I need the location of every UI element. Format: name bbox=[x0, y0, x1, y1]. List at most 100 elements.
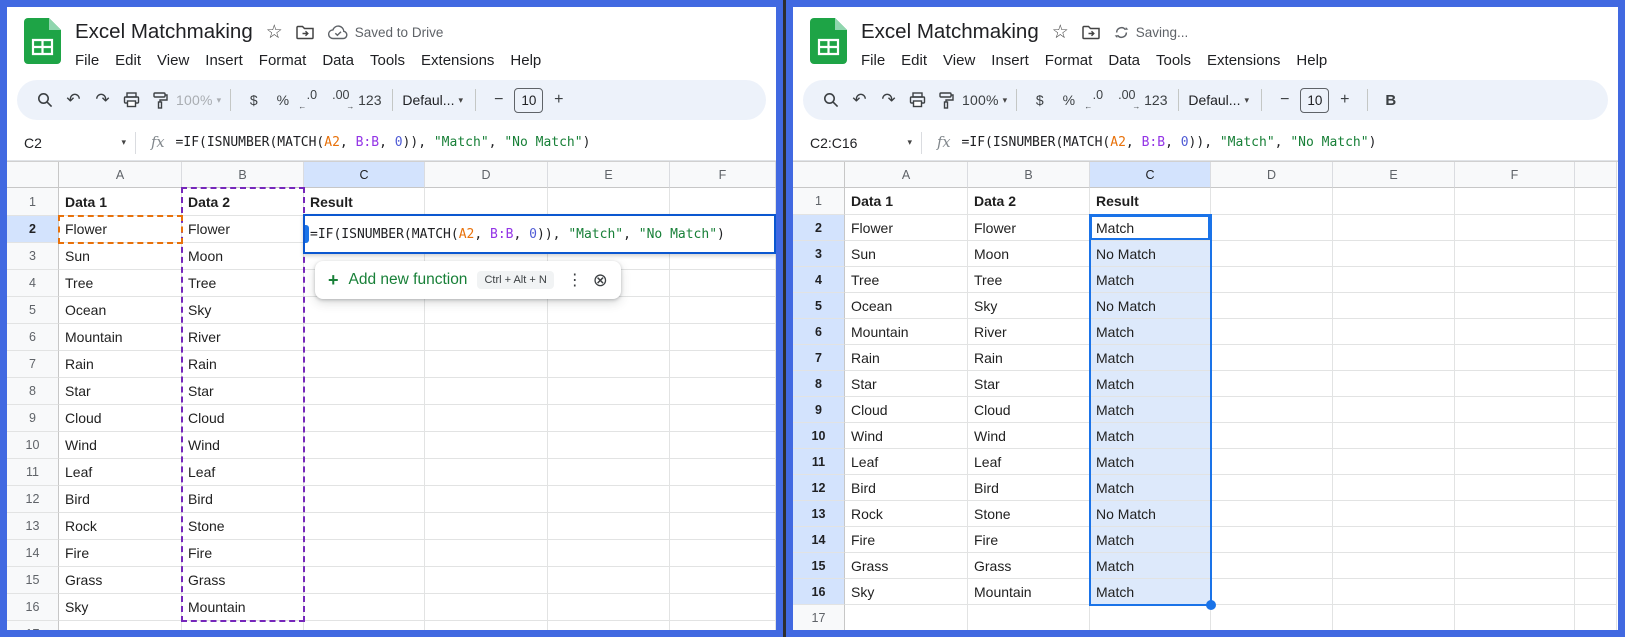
cell-C1[interactable]: Result bbox=[1090, 188, 1211, 215]
save-status[interactable]: Saved to Drive bbox=[327, 25, 443, 40]
column-header-E[interactable]: E bbox=[1333, 162, 1455, 188]
increase-font-size-button[interactable]: + bbox=[545, 87, 572, 114]
cell-B12[interactable]: Bird bbox=[182, 486, 304, 513]
cell-x8[interactable] bbox=[1575, 371, 1617, 397]
name-box[interactable]: C2 ▾ bbox=[7, 135, 135, 151]
cell-A11[interactable]: Leaf bbox=[845, 449, 968, 475]
cell-A2[interactable]: Flower bbox=[845, 215, 968, 241]
cell-x11[interactable] bbox=[1575, 449, 1617, 475]
save-status[interactable]: Saving... bbox=[1114, 25, 1188, 40]
row-header-6[interactable]: 6 bbox=[793, 319, 845, 345]
cell-B2[interactable]: Flower bbox=[968, 215, 1090, 241]
column-header-A[interactable]: A bbox=[59, 162, 182, 188]
font-size-input[interactable]: 10 bbox=[1300, 87, 1330, 113]
row-header-2[interactable]: 2 bbox=[793, 215, 845, 241]
cell-B2[interactable]: Flower bbox=[182, 216, 304, 243]
cell-A14[interactable]: Fire bbox=[59, 540, 182, 567]
redo-icon[interactable]: ↷ bbox=[875, 87, 902, 114]
menu-view[interactable]: View bbox=[935, 49, 983, 72]
cell-F12[interactable] bbox=[1455, 475, 1575, 501]
cell-F7[interactable] bbox=[670, 351, 776, 378]
decrease-font-size-button[interactable]: − bbox=[485, 87, 512, 114]
cell-A5[interactable]: Ocean bbox=[845, 293, 968, 319]
cell-A15[interactable]: Grass bbox=[59, 567, 182, 594]
print-icon[interactable] bbox=[904, 87, 931, 114]
column-header-spacer[interactable] bbox=[1575, 162, 1617, 188]
search-icon[interactable] bbox=[817, 87, 844, 114]
decrease-decimal-button[interactable]: .0 ← bbox=[298, 87, 325, 114]
cell-E9[interactable] bbox=[548, 405, 670, 432]
cell-D17[interactable] bbox=[425, 621, 548, 630]
cell-F1[interactable] bbox=[1455, 188, 1575, 215]
row-header-11[interactable]: 11 bbox=[793, 449, 845, 475]
cell-C8[interactable] bbox=[304, 378, 425, 405]
cell-F6[interactable] bbox=[1455, 319, 1575, 345]
cell-A9[interactable]: Cloud bbox=[845, 397, 968, 423]
cell-A14[interactable]: Fire bbox=[845, 527, 968, 553]
menu-tools[interactable]: Tools bbox=[362, 49, 413, 72]
cell-x14[interactable] bbox=[1575, 527, 1617, 553]
cell-D8[interactable] bbox=[425, 378, 548, 405]
cell-C8[interactable]: Match bbox=[1090, 371, 1211, 397]
cell-D10[interactable] bbox=[1211, 423, 1333, 449]
cell-B5[interactable]: Sky bbox=[182, 297, 304, 324]
cell-C14[interactable]: Match bbox=[1090, 527, 1211, 553]
cell-C3[interactable]: No Match bbox=[1090, 241, 1211, 267]
cell-B1[interactable]: Data 2 bbox=[182, 188, 304, 216]
cell-A6[interactable]: Mountain bbox=[59, 324, 182, 351]
cell-B4[interactable]: Tree bbox=[182, 270, 304, 297]
cell-E2[interactable] bbox=[1333, 215, 1455, 241]
grid-corner[interactable] bbox=[793, 162, 845, 188]
cell-F5[interactable] bbox=[670, 297, 776, 324]
name-box[interactable]: C2:C16 ▾ bbox=[793, 135, 921, 151]
cell-B9[interactable]: Cloud bbox=[968, 397, 1090, 423]
cell-C2[interactable]: Match bbox=[1090, 215, 1211, 241]
cell-E4[interactable] bbox=[1333, 267, 1455, 293]
cell-E3[interactable] bbox=[1333, 241, 1455, 267]
cell-A11[interactable]: Leaf bbox=[59, 459, 182, 486]
cell-B13[interactable]: Stone bbox=[182, 513, 304, 540]
menu-file[interactable]: File bbox=[853, 49, 893, 72]
cell-D13[interactable] bbox=[1211, 501, 1333, 527]
cell-C5[interactable]: No Match bbox=[1090, 293, 1211, 319]
cell-B4[interactable]: Tree bbox=[968, 267, 1090, 293]
cell-B13[interactable]: Stone bbox=[968, 501, 1090, 527]
row-header-10[interactable]: 10 bbox=[7, 432, 59, 459]
cell-C11[interactable] bbox=[304, 459, 425, 486]
cell-D16[interactable] bbox=[1211, 579, 1333, 605]
cell-C5[interactable] bbox=[304, 297, 425, 324]
cell-A4[interactable]: Tree bbox=[845, 267, 968, 293]
doc-title[interactable]: Excel Matchmaking bbox=[861, 20, 1039, 44]
cell-E13[interactable] bbox=[1333, 501, 1455, 527]
cell-A9[interactable]: Cloud bbox=[59, 405, 182, 432]
cell-D2[interactable] bbox=[1211, 215, 1333, 241]
cell-C11[interactable]: Match bbox=[1090, 449, 1211, 475]
menu-format[interactable]: Format bbox=[1037, 49, 1101, 72]
cell-F10[interactable] bbox=[1455, 423, 1575, 449]
row-header-11[interactable]: 11 bbox=[7, 459, 59, 486]
menu-extensions[interactable]: Extensions bbox=[1199, 49, 1288, 72]
cell-A13[interactable]: Rock bbox=[59, 513, 182, 540]
cell-E16[interactable] bbox=[548, 594, 670, 621]
cell-C17[interactable] bbox=[304, 621, 425, 630]
cell-F5[interactable] bbox=[1455, 293, 1575, 319]
menu-view[interactable]: View bbox=[149, 49, 197, 72]
format-currency-button[interactable]: $ bbox=[1026, 87, 1053, 114]
cell-F6[interactable] bbox=[670, 324, 776, 351]
decrease-decimal-button[interactable]: .0 ← bbox=[1084, 87, 1111, 114]
font-select[interactable]: Defaul... ▾ bbox=[1188, 87, 1252, 114]
cell-C14[interactable] bbox=[304, 540, 425, 567]
sheets-logo-icon[interactable] bbox=[810, 18, 847, 64]
cell-C6[interactable]: Match bbox=[1090, 319, 1211, 345]
menu-extensions[interactable]: Extensions bbox=[413, 49, 502, 72]
increase-font-size-button[interactable]: + bbox=[1331, 87, 1358, 114]
cell-E15[interactable] bbox=[1333, 553, 1455, 579]
cell-C12[interactable]: Match bbox=[1090, 475, 1211, 501]
cell-F17[interactable] bbox=[670, 621, 776, 630]
cell-D1[interactable] bbox=[1211, 188, 1333, 215]
cell-x15[interactable] bbox=[1575, 553, 1617, 579]
cell-D14[interactable] bbox=[1211, 527, 1333, 553]
cell-x9[interactable] bbox=[1575, 397, 1617, 423]
cell-E17[interactable] bbox=[548, 621, 670, 630]
cell-E11[interactable] bbox=[1333, 449, 1455, 475]
